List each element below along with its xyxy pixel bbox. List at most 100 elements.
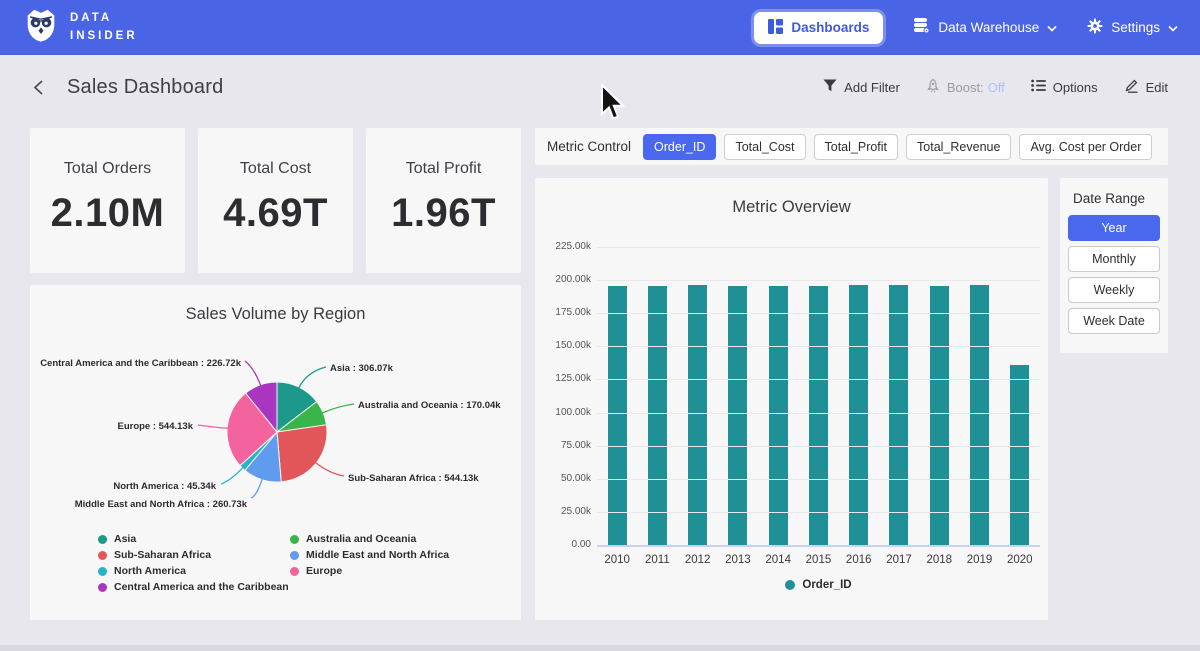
pie-leader-europe <box>198 425 228 428</box>
header-actions: Add Filter Boost: Off <box>823 78 1168 96</box>
y-axis-tick: 50.00k <box>537 473 591 485</box>
bar-2014[interactable] <box>769 286 788 545</box>
bar-2012[interactable] <box>688 285 707 545</box>
date-range-buttons: Year Monthly Weekly Week Date <box>1068 215 1160 334</box>
bar-2013[interactable] <box>728 286 747 545</box>
bar-2019[interactable] <box>970 285 989 545</box>
x-axis-label-2010: 2010 <box>597 554 637 566</box>
bar-2017[interactable] <box>889 285 908 545</box>
add-filter-button[interactable]: Add Filter <box>823 79 900 95</box>
legend-item-asia[interactable]: Asia <box>98 531 290 547</box>
nav-dashboards-label: Dashboards <box>791 20 869 35</box>
kpi-value: 2.10M <box>30 191 185 236</box>
nav-dashboards-button[interactable]: Dashboards <box>754 12 883 44</box>
pencil-icon <box>1124 78 1139 96</box>
x-axis-label-2015: 2015 <box>798 554 838 566</box>
options-button[interactable]: Options <box>1031 79 1098 95</box>
gridline <box>597 512 1040 513</box>
x-axis-label-2019: 2019 <box>960 554 1000 566</box>
bar-2011[interactable] <box>648 286 667 545</box>
legend-item-label: Middle East and North Africa <box>306 549 449 561</box>
owl-logo-icon <box>22 6 60 49</box>
bar-2016[interactable] <box>849 285 868 545</box>
bar-2018[interactable] <box>930 286 949 545</box>
gridline <box>597 280 1040 281</box>
nav-settings-label: Settings <box>1111 20 1160 35</box>
legend-dot <box>290 535 299 544</box>
bar-2010[interactable] <box>608 286 627 545</box>
pie-leader-north-america <box>221 467 243 484</box>
boost-toggle[interactable]: Boost: Off <box>926 79 1005 96</box>
x-axis-label-2011: 2011 <box>637 554 677 566</box>
metric-button-total-profit[interactable]: Total_Profit <box>814 134 899 160</box>
legend-item-middle-east-and-north-africa[interactable]: Middle East and North Africa <box>290 547 482 563</box>
pie-legend-column: Asia Sub-Saharan Africa North America Centr… <box>98 531 290 595</box>
kpi-value: 1.96T <box>366 191 521 236</box>
date-button-weekly[interactable]: Weekly <box>1068 277 1160 303</box>
list-icon <box>1031 79 1046 95</box>
pie-label-asia: Asia : 306.07k <box>330 363 394 374</box>
date-button-week-date[interactable]: Week Date <box>1068 308 1160 334</box>
sales-dashboard-page: DATA INSIDER Dashboards <box>0 0 1200 651</box>
legend-item-sub-saharan-africa[interactable]: Sub-Saharan Africa <box>98 547 290 563</box>
x-axis-line <box>597 545 1040 547</box>
legend-dot <box>98 567 107 576</box>
legend-item-label: North America <box>114 565 186 577</box>
kpi-label: Total Cost <box>198 160 353 178</box>
legend-dot <box>290 551 299 560</box>
y-axis-tick: 175.00k <box>537 307 591 319</box>
chevron-down-icon <box>1047 20 1057 35</box>
boost-label: Boost: <box>947 80 984 95</box>
bars-container <box>597 247 1040 545</box>
pie-label-middle-east-and-north-africa: Middle East and North Africa : 260.73k <box>75 499 248 510</box>
gridline <box>597 379 1040 380</box>
nav-data-warehouse-label: Data Warehouse <box>938 20 1039 35</box>
legend-item-australia-and-oceania[interactable]: Australia and Oceania <box>290 531 482 547</box>
pie-leader-asia <box>299 367 326 388</box>
date-button-monthly[interactable]: Monthly <box>1068 246 1160 272</box>
y-axis-tick: 225.00k <box>537 241 591 253</box>
add-filter-label: Add Filter <box>844 80 900 95</box>
legend-item-europe[interactable]: Europe <box>290 563 482 579</box>
y-axis-tick: 150.00k <box>537 340 591 352</box>
legend-item-label: Australia and Oceania <box>306 533 416 545</box>
x-axis-label-2020: 2020 <box>1000 554 1040 566</box>
boost-value: Off <box>988 80 1005 95</box>
metric-button-avg-cost-per-order[interactable]: Avg. Cost per Order <box>1019 134 1152 160</box>
sales-volume-card: Sales Volume by Region Asia : 306.07kAus… <box>30 285 521 620</box>
metric-control-label: Metric Control <box>547 139 631 154</box>
bar-chart-legend[interactable]: Order_ID <box>597 579 1040 591</box>
legend-item-north-america[interactable]: North America <box>98 563 290 579</box>
legend-item-label: Asia <box>114 533 136 545</box>
metric-button-total-cost[interactable]: Total_Cost <box>724 134 805 160</box>
date-button-year[interactable]: Year <box>1068 215 1160 241</box>
x-axis-label-2017: 2017 <box>879 554 919 566</box>
metric-overview-card: Metric Overview 201020112012201320142015… <box>535 178 1048 620</box>
back-button[interactable] <box>32 79 45 96</box>
legend-dot <box>98 583 107 592</box>
nav-settings-button[interactable]: Settings <box>1087 18 1178 37</box>
pie-slice-sub-saharan-africa[interactable] <box>277 425 327 482</box>
edit-label: Edit <box>1146 80 1168 95</box>
pie-label-australia-and-oceania: Australia and Oceania : 170.04k <box>358 400 501 411</box>
kpi-value: 4.69T <box>198 191 353 236</box>
metric-button-total-revenue[interactable]: Total_Revenue <box>906 134 1011 160</box>
legend-item-central-america-and-the-caribbean[interactable]: Central America and the Caribbean <box>98 579 290 595</box>
page-title: Sales Dashboard <box>67 76 223 99</box>
date-range-label: Date Range <box>1073 191 1145 206</box>
brand-name: DATA INSIDER <box>70 10 138 46</box>
kpi-card-total-orders: Total Orders2.10M <box>30 128 185 273</box>
dashboards-grid-icon <box>768 19 783 37</box>
gear-icon <box>1087 18 1103 37</box>
metric-button-order-id[interactable]: Order_ID <box>643 134 716 160</box>
bar-chart-plot <box>597 247 1040 545</box>
filter-icon <box>823 79 837 95</box>
date-range-panel: Date Range Year Monthly Weekly Week Date <box>1060 178 1168 353</box>
bar-2015[interactable] <box>809 286 828 545</box>
legend-dot <box>98 535 107 544</box>
nav-data-warehouse-button[interactable]: Data Warehouse <box>913 18 1057 37</box>
bar-2020[interactable] <box>1010 365 1029 545</box>
legend-dot <box>98 551 107 560</box>
edit-button[interactable]: Edit <box>1124 78 1168 96</box>
pie-legend: Asia Sub-Saharan Africa North America Centr… <box>98 531 482 595</box>
